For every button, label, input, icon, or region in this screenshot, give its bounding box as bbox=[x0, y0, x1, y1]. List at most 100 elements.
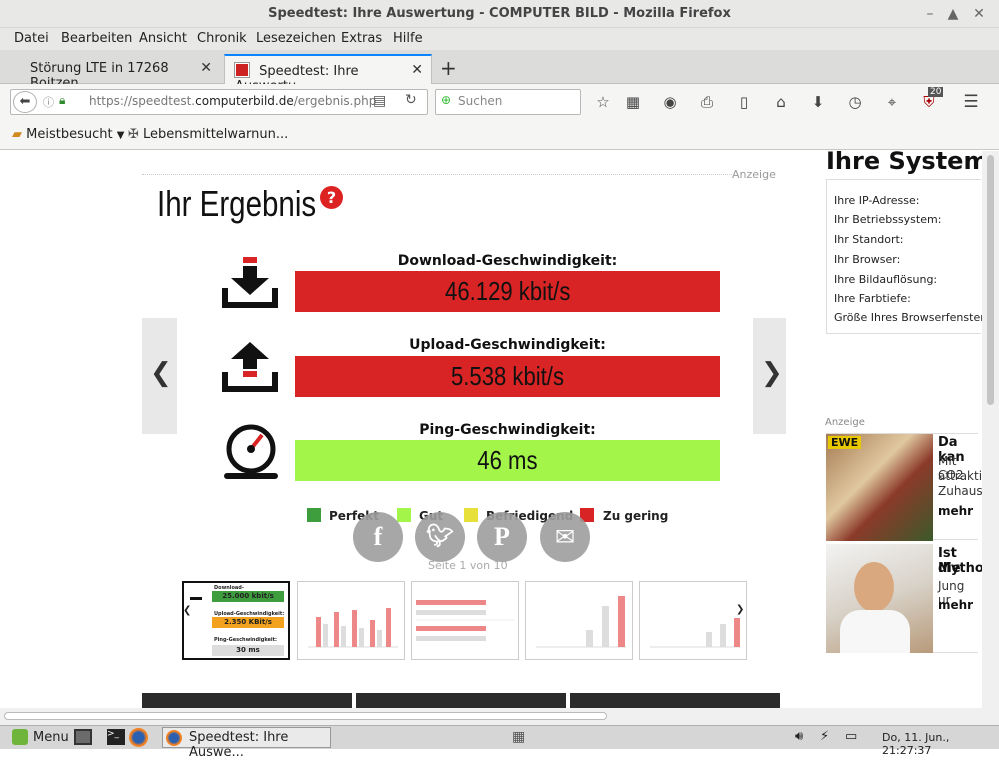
ad-card-2[interactable]: Ist die Mythos Jung ur mehr bbox=[826, 544, 992, 653]
eagle-icon: ✠ bbox=[128, 127, 139, 142]
twitter-share-icon[interactable]: 🐦︎ bbox=[415, 512, 465, 562]
upload-tray-icon bbox=[222, 342, 278, 392]
menu-datei[interactable]: Datei bbox=[14, 31, 49, 46]
help-icon[interactable]: ? bbox=[320, 186, 343, 209]
download-icon[interactable]: ⬇ bbox=[808, 92, 828, 112]
scrollbar-thumb[interactable] bbox=[987, 155, 994, 405]
battery-icon[interactable]: ▭ bbox=[845, 729, 857, 744]
vertical-scrollbar[interactable] bbox=[982, 151, 999, 708]
terminal-icon[interactable]: >_ bbox=[107, 729, 125, 745]
ad-more-link[interactable]: mehr bbox=[938, 598, 973, 612]
menu-lesezeichen[interactable]: Lesezeichen bbox=[256, 31, 336, 46]
menu-chronik[interactable]: Chronik bbox=[197, 31, 247, 46]
mint-menu-icon[interactable] bbox=[12, 729, 28, 745]
sidebar-title: Ihre Systeme bbox=[826, 151, 999, 175]
divider bbox=[142, 174, 732, 175]
navigation-bar: ⬅ ⓘ 🔒︎ https://speedtest.computerbild.de… bbox=[0, 84, 999, 120]
clock[interactable]: Do, 11. Jun., 21:27:37 bbox=[882, 731, 999, 757]
crosshair-icon[interactable]: ⌖ bbox=[882, 92, 902, 112]
scrollbar-thumb[interactable] bbox=[4, 712, 607, 720]
sysinfo-colordepth: Ihre Farbtiefe: bbox=[834, 292, 911, 305]
reload-icon[interactable]: ↻ bbox=[405, 92, 417, 108]
thumbnail-4[interactable] bbox=[525, 581, 633, 660]
network-icon[interactable]: ⚡︎ bbox=[820, 729, 829, 744]
legend-swatch-gut bbox=[397, 508, 411, 522]
ping-value-bar: 46 ms bbox=[295, 440, 720, 481]
carousel-next-button[interactable]: ❯ bbox=[753, 318, 786, 434]
search-placeholder: Suchen bbox=[458, 94, 503, 108]
menu-button[interactable]: Menu bbox=[33, 730, 69, 745]
upload-value-bar: 5.538 kbit/s bbox=[295, 356, 720, 397]
tab-close-icon[interactable]: ✕ bbox=[200, 60, 212, 76]
history-clock-icon[interactable]: ◷ bbox=[845, 92, 865, 112]
url-bar[interactable]: ⬅ ⓘ 🔒︎ https://speedtest.computerbild.de… bbox=[10, 89, 428, 115]
new-tab-icon[interactable]: + bbox=[440, 56, 457, 80]
ewe-logo: EWE bbox=[828, 436, 862, 449]
chevron-right-icon: ❯ bbox=[761, 358, 783, 388]
lock-icon: 🔒︎ bbox=[59, 93, 66, 107]
menu-bearbeiten[interactable]: Bearbeiten bbox=[61, 31, 132, 46]
menu-hilfe[interactable]: Hilfe bbox=[393, 31, 423, 46]
bar-chart-thumb bbox=[308, 608, 398, 648]
tab-speedtest[interactable]: Speedtest: Ihre Auswertu... ✕ bbox=[224, 54, 432, 94]
close-icon[interactable]: ✕ bbox=[970, 5, 988, 23]
footer-block bbox=[356, 693, 566, 708]
firefox-icon[interactable] bbox=[129, 728, 148, 747]
thumbnail-1[interactable]: Download-Geschwindigkeit: 25.000 kbit/s … bbox=[182, 581, 290, 660]
minimize-icon[interactable]: – bbox=[921, 5, 939, 23]
menu-bar: Datei Bearbeiten Ansicht Chronik Lesezei… bbox=[0, 28, 999, 50]
sysinfo-location: Ihr Standort: bbox=[834, 233, 904, 246]
thumbnail-2[interactable] bbox=[297, 581, 405, 660]
bookmark-meistbesucht[interactable]: ▰ Meistbesucht ▼ bbox=[12, 127, 124, 142]
sysinfo-resolution: Ihre Bildauflösung: bbox=[834, 273, 938, 286]
sysinfo-window-size: Größe Ihres Browserfensters: bbox=[834, 311, 995, 324]
thumb-prev-icon[interactable]: ❮ bbox=[183, 605, 191, 616]
maximize-icon[interactable]: ▲ bbox=[944, 5, 962, 23]
carousel-prev-button[interactable]: ❮ bbox=[142, 318, 177, 434]
ad-more-link[interactable]: mehr bbox=[938, 504, 973, 518]
volume-icon[interactable]: 🔊︎ bbox=[795, 729, 803, 744]
url-text: https://speedtest.computerbild.de/ergebn… bbox=[89, 94, 377, 108]
thumb-next-icon[interactable]: ❯ bbox=[736, 604, 744, 615]
bookmarks-list-icon[interactable]: ▦ bbox=[623, 92, 643, 112]
show-desktop-icon[interactable] bbox=[74, 729, 92, 745]
print-icon[interactable]: ⎙ bbox=[697, 92, 717, 112]
tab-stoerung[interactable]: Störung LTE in 17268 Boitzen... ✕ bbox=[20, 54, 220, 91]
thumbnail-5[interactable]: ❯ bbox=[639, 581, 747, 660]
menu-extras[interactable]: Extras bbox=[341, 31, 382, 46]
ad-card-1[interactable]: EWE Da kan Mit CO2 attrakti Zuhaus mehr bbox=[826, 433, 983, 541]
tab-close-icon[interactable]: ✕ bbox=[411, 62, 423, 78]
mask-icon[interactable]: ◉ bbox=[660, 92, 680, 112]
pinterest-share-icon[interactable]: P bbox=[477, 512, 527, 562]
page-icon[interactable]: ▯ bbox=[734, 92, 754, 112]
horizontal-scrollbar[interactable] bbox=[0, 708, 999, 725]
legend-swatch-perfekt bbox=[307, 508, 321, 522]
ad-image-steak: EWE bbox=[826, 434, 933, 541]
back-icon[interactable]: ⬅ bbox=[13, 91, 37, 113]
folder-icon: ▰ bbox=[12, 127, 22, 142]
sysinfo-browser: Ihr Browser: bbox=[834, 253, 901, 266]
sysinfo-os: Ihr Betriebssystem: bbox=[834, 213, 942, 226]
computerbild-favicon-icon bbox=[234, 62, 250, 78]
menu-ansicht[interactable]: Ansicht bbox=[139, 31, 187, 46]
taskbar-window-button[interactable]: Speedtest: Ihre Auswe... bbox=[162, 727, 331, 760]
facebook-share-icon[interactable]: f bbox=[353, 512, 403, 562]
calculator-icon[interactable]: ▦ bbox=[512, 729, 525, 745]
reader-view-icon[interactable]: ▤ bbox=[373, 93, 386, 109]
taskbar: Menu >_ Speedtest: Ihre Auswe... ▦ 🔊︎ ⚡︎… bbox=[0, 725, 999, 760]
email-share-icon[interactable]: ✉ bbox=[540, 512, 590, 562]
home-icon[interactable]: ⌂ bbox=[771, 92, 791, 112]
table-thumb bbox=[416, 600, 514, 641]
bookmark-lebensmittelwarnung[interactable]: ✠ Lebensmittelwarnun... bbox=[128, 127, 288, 142]
page-title: Ihr Ergebnis bbox=[157, 183, 317, 224]
bookmark-star-icon[interactable]: ☆ bbox=[593, 92, 613, 112]
anzeige-label: Anzeige bbox=[732, 168, 776, 181]
chevron-down-icon: ▼ bbox=[116, 130, 125, 141]
sysinfo-ip: Ihre IP-Adresse: bbox=[834, 194, 920, 207]
search-icon: ⊕ bbox=[441, 93, 452, 107]
hamburger-menu-icon[interactable]: ☰ bbox=[961, 92, 981, 112]
thumbnail-3[interactable] bbox=[411, 581, 519, 660]
info-icon[interactable]: ⓘ bbox=[43, 94, 54, 110]
footer-block bbox=[142, 693, 352, 708]
search-bar[interactable]: ⊕ Suchen bbox=[435, 89, 581, 115]
